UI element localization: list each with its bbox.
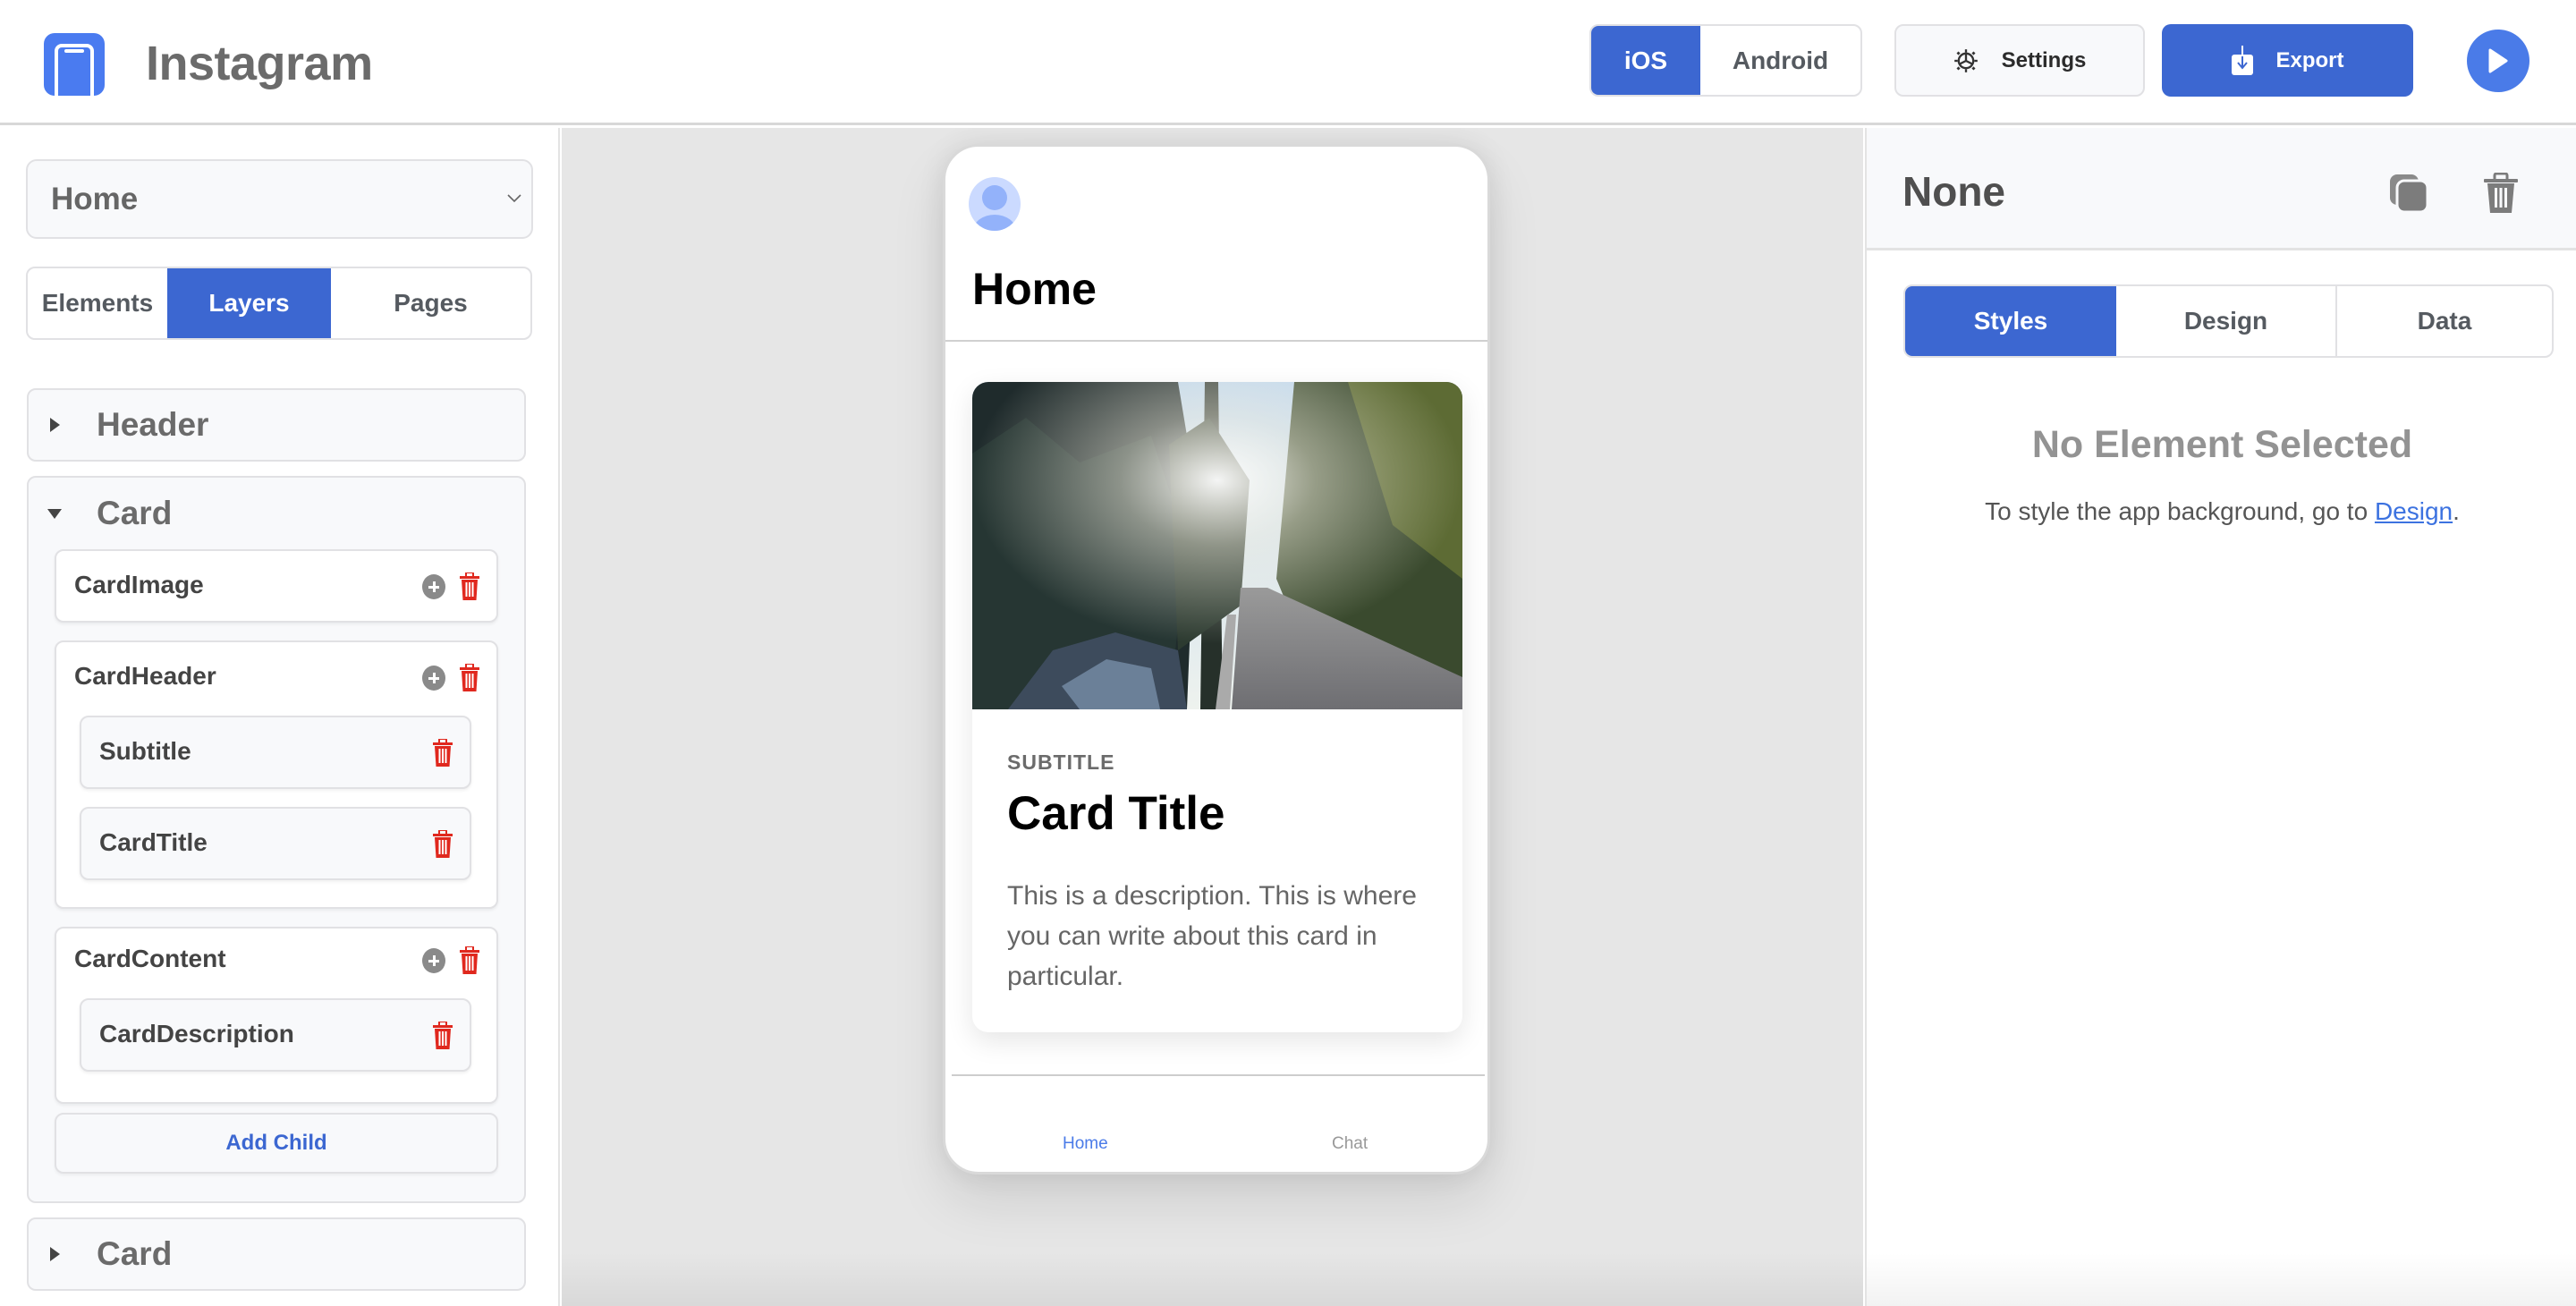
gear-icon [1953,48,1978,72]
tab-bar-divider [952,1074,1485,1076]
caret-right-icon [50,418,60,432]
trash-icon[interactable] [432,830,453,859]
layer-item-cardheader[interactable]: CardHeader Subtitle CardTitle [55,640,498,909]
add-icon[interactable] [422,666,445,691]
card-description[interactable]: This is a description. This is where you… [1007,876,1428,996]
layer-item-cardcontent[interactable]: CardContent CardDescription [55,927,498,1104]
selected-element-name: None [1902,168,2005,215]
phone-icon [44,33,105,96]
left-panel: Home Elements Layers Pages Header Card C… [0,128,560,1306]
top-bar: Instagram iOS Android Settings Export [0,0,2576,125]
layer-item-label: CardContent [74,945,226,972]
layer-item-cardtitle[interactable]: CardTitle [80,807,471,880]
chevron-down-icon [507,194,521,203]
empty-state-text: To style the app background, go to Desig… [1867,497,2576,526]
layer-group-toggle[interactable]: Card [29,1219,524,1289]
tab-layers[interactable]: Layers [167,268,331,338]
trash-icon[interactable] [459,664,480,692]
layer-item-subtitle[interactable]: Subtitle [80,716,471,789]
app-title: Instagram [146,37,373,90]
duplicate-icon[interactable] [2388,173,2429,214]
trash-icon[interactable] [459,572,480,601]
layer-group-card: Card CardImage CardHeader Subtitle CardT… [27,476,526,1203]
layer-item-label: CardImage [74,571,204,598]
add-icon[interactable] [422,948,445,973]
layer-item-label: CardDescription [99,1020,294,1047]
phone-tab-home[interactable]: Home [1063,1134,1108,1154]
tab-data[interactable]: Data [2337,286,2552,356]
design-link[interactable]: Design [2375,497,2453,525]
layer-item-label: CardTitle [99,828,208,856]
phone-header-divider [945,340,1487,342]
layer-group-header: Header [27,388,526,462]
card-image[interactable] [972,382,1462,709]
caret-down-icon [47,509,62,519]
empty-state-suffix: . [2453,497,2460,525]
tab-pages[interactable]: Pages [331,268,530,338]
trash-icon[interactable] [432,1022,453,1050]
phone-card[interactable]: SUBTITLE Card Title This is a descriptio… [972,382,1462,1032]
canvas: Home SUBTITLE Card Title This is a descr… [562,128,1863,1306]
add-child-button[interactable]: Add Child [55,1113,498,1174]
layer-item-carddescription[interactable]: CardDescription [80,998,471,1072]
tab-design[interactable]: Design [2116,286,2337,356]
layer-group-toggle[interactable]: Header [29,390,524,460]
settings-button[interactable]: Settings [1894,24,2145,97]
phone-preview: Home SUBTITLE Card Title This is a descr… [943,144,1490,1175]
phone-tab-chat[interactable]: Chat [1332,1134,1368,1154]
caret-right-icon [50,1247,60,1261]
tab-elements[interactable]: Elements [28,268,167,338]
add-icon[interactable] [422,574,445,599]
inspector-header: None [1867,128,2576,250]
play-button[interactable] [2467,30,2529,92]
card-title[interactable]: Card Title [1007,786,1224,841]
empty-state-title: No Element Selected [2031,423,2413,466]
layer-item-cardimage[interactable]: CardImage [55,549,498,623]
tab-styles[interactable]: Styles [1905,286,2116,356]
card-subtitle[interactable]: SUBTITLE [1007,751,1114,775]
trash-icon[interactable] [459,946,480,975]
layer-item-label: Subtitle [99,737,191,765]
user-avatar-icon[interactable] [969,177,1021,231]
empty-state-prefix: To style the app background, go to [1985,497,2375,525]
play-icon [2488,48,2508,73]
platform-ios-button[interactable]: iOS [1591,26,1700,95]
download-icon [2232,45,2254,75]
page-select-value: Home [51,181,139,216]
settings-label: Settings [2001,47,2087,72]
layer-group-title: Card [97,1235,173,1272]
left-panel-tabs: Elements Layers Pages [26,267,532,340]
platform-android-button[interactable]: Android [1700,26,1860,95]
trash-icon[interactable] [432,739,453,767]
right-panel: None Styles Design Data No Element Selec… [1865,128,2576,1306]
layer-group-title: Header [97,406,209,443]
layer-item-label: CardHeader [74,662,216,690]
layer-group-card-2: Card [27,1217,526,1291]
trash-icon[interactable] [2483,173,2519,214]
page-select[interactable]: Home [26,159,533,239]
inspector-tabs: Styles Design Data [1903,284,2554,358]
export-button[interactable]: Export [2162,24,2413,97]
phone-page-title[interactable]: Home [972,263,1097,315]
layer-group-title: Card [97,495,173,531]
layer-group-toggle[interactable]: Card [29,478,524,549]
export-label: Export [2275,47,2344,72]
platform-toggle: iOS Android [1589,24,1862,97]
